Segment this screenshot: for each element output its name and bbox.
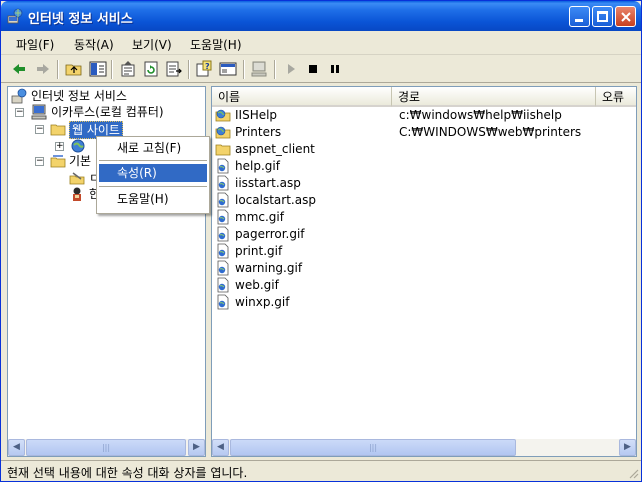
maximize-button[interactable] bbox=[592, 6, 613, 27]
file-icon bbox=[217, 294, 229, 310]
iis-window: 인터넷 정보 서비스 파일(F) 동작(A) 보기(V) 도움말(H) ? 인터… bbox=[0, 0, 642, 482]
show-console-icon[interactable] bbox=[219, 60, 237, 78]
close-button[interactable] bbox=[615, 6, 636, 27]
scroll-thumb[interactable]: ||| bbox=[26, 439, 186, 456]
scroll-right-button[interactable]: ▶ bbox=[619, 439, 636, 456]
file-icon bbox=[217, 260, 229, 276]
toolbar-separator bbox=[188, 60, 190, 79]
context-menu: 새로 고침(F) 속성(R) 도움말(H) bbox=[96, 136, 210, 214]
menu-bar: 파일(F) 동작(A) 보기(V) 도움말(H) bbox=[1, 31, 641, 55]
column-header-name[interactable]: 이름 bbox=[212, 87, 392, 107]
list-hscrollbar[interactable]: ◀ ||| ▶ bbox=[212, 439, 636, 456]
minimize-icon bbox=[575, 19, 583, 22]
list-row-name: IISHelp bbox=[235, 108, 278, 122]
collapse-icon[interactable]: − bbox=[35, 157, 44, 166]
list-row-name: localstart.asp bbox=[235, 193, 316, 207]
list-row-name: warning.gif bbox=[235, 261, 303, 275]
export-list-icon[interactable] bbox=[165, 60, 183, 78]
ftp-site-icon bbox=[69, 172, 85, 185]
folder-icon bbox=[215, 144, 231, 156]
minimize-button[interactable] bbox=[569, 6, 590, 27]
list-row-name: mmc.gif bbox=[235, 210, 284, 224]
list-row-name: aspnet_client bbox=[235, 142, 315, 156]
virtual-dir-icon bbox=[215, 126, 231, 139]
scroll-left-button[interactable]: ◀ bbox=[212, 439, 229, 456]
virtual-dir-icon bbox=[215, 109, 231, 122]
ctx-separator bbox=[99, 186, 207, 187]
folder-icon bbox=[50, 124, 66, 136]
file-icon bbox=[217, 209, 229, 225]
file-icon bbox=[217, 158, 229, 174]
status-bar: 현재 선택 내용에 대한 속성 대화 상자를 엽니다. bbox=[1, 460, 641, 481]
start-icon[interactable] bbox=[282, 60, 300, 78]
list-row-name: Printers bbox=[235, 125, 282, 139]
close-icon bbox=[621, 12, 631, 22]
ctx-properties[interactable]: 속성(R) bbox=[99, 164, 207, 182]
smtp-server-icon bbox=[73, 187, 81, 201]
file-icon bbox=[217, 226, 229, 242]
menu-file[interactable]: 파일(F) bbox=[16, 36, 54, 53]
tree-label-root: 인터넷 정보 서비스 bbox=[31, 89, 127, 103]
list-row-name: iisstart.asp bbox=[235, 176, 301, 190]
ctx-refresh[interactable]: 새로 고침(F) bbox=[99, 139, 207, 157]
svg-text:?: ? bbox=[205, 62, 210, 71]
show-tree-icon[interactable] bbox=[89, 60, 107, 78]
list-row-name: print.gif bbox=[235, 244, 283, 258]
column-header-error[interactable]: 오류 bbox=[596, 87, 636, 107]
ctx-help[interactable]: 도움말(H) bbox=[99, 190, 207, 208]
forward-icon[interactable] bbox=[34, 60, 52, 78]
file-icon bbox=[217, 192, 229, 208]
refresh-icon[interactable] bbox=[142, 60, 160, 78]
computer-icon bbox=[31, 104, 47, 120]
menu-action[interactable]: 동작(A) bbox=[74, 36, 114, 53]
list-row-name: winxp.gif bbox=[235, 295, 290, 309]
title-bar[interactable]: 인터넷 정보 서비스 bbox=[1, 1, 641, 31]
toolbar-separator bbox=[274, 60, 276, 79]
iis-app-icon bbox=[7, 8, 23, 24]
collapse-icon[interactable]: − bbox=[15, 108, 24, 117]
properties-icon[interactable] bbox=[119, 60, 137, 78]
expand-icon[interactable]: + bbox=[55, 142, 64, 151]
iis-root-icon bbox=[11, 88, 27, 104]
tree-label-ftp: 기본 bbox=[69, 154, 92, 168]
status-text: 현재 선택 내용에 대한 속성 대화 상자를 엽니다. bbox=[7, 466, 248, 480]
scroll-thumb[interactable]: ||| bbox=[230, 439, 516, 456]
file-icon bbox=[217, 243, 229, 259]
toolbar-separator bbox=[243, 60, 245, 79]
list-row-name: help.gif bbox=[235, 159, 280, 173]
list-row-path: C:₩WINDOWS₩web₩printers bbox=[399, 125, 582, 139]
list-row-name: pagerror.gif bbox=[235, 227, 305, 241]
website-globe-icon bbox=[71, 139, 85, 153]
tree-hscrollbar[interactable]: ◀ ||| ▶ bbox=[8, 439, 205, 456]
collapse-icon[interactable]: − bbox=[35, 125, 44, 134]
up-folder-icon[interactable] bbox=[65, 60, 83, 78]
file-icon bbox=[217, 277, 229, 293]
toolbar-separator bbox=[57, 60, 59, 79]
window-title: 인터넷 정보 서비스 bbox=[28, 12, 133, 27]
pause-icon[interactable] bbox=[326, 60, 344, 78]
menu-view[interactable]: 보기(V) bbox=[132, 36, 172, 53]
list-pane[interactable]: 이름 경로 오류 IISHelp c:₩windows₩help₩iishelp P… bbox=[211, 86, 637, 457]
ctx-separator bbox=[99, 160, 207, 161]
column-header-path[interactable]: 경로 bbox=[392, 87, 596, 107]
stop-icon[interactable] bbox=[304, 60, 322, 78]
computer-icon[interactable] bbox=[250, 60, 268, 78]
file-icon bbox=[217, 175, 229, 191]
tree-label-computer: 이카루스(로컬 컴퓨터) bbox=[51, 105, 164, 119]
scroll-left-button[interactable]: ◀ bbox=[8, 439, 25, 456]
toolbar: ? bbox=[1, 56, 641, 83]
menu-help[interactable]: 도움말(H) bbox=[190, 36, 242, 53]
scroll-right-button[interactable]: ▶ bbox=[188, 439, 205, 456]
back-icon[interactable] bbox=[10, 60, 28, 78]
resize-grip-icon[interactable] bbox=[627, 467, 639, 479]
ftp-folder-icon bbox=[50, 155, 66, 168]
help-icon[interactable]: ? bbox=[195, 60, 213, 78]
list-row-name: web.gif bbox=[235, 278, 279, 292]
maximize-icon bbox=[597, 11, 608, 22]
list-row-path: c:₩windows₩help₩iishelp bbox=[399, 108, 562, 122]
toolbar-separator bbox=[111, 60, 113, 79]
